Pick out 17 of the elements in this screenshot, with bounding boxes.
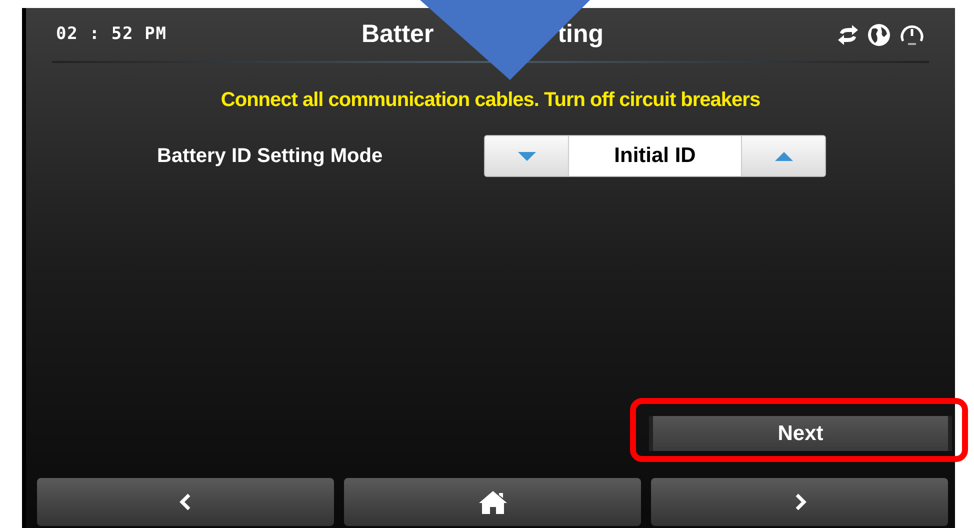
back-chevron-icon — [178, 493, 192, 511]
next-button[interactable]: Next — [649, 416, 952, 451]
clock-time: 02 : 52 PM — [56, 22, 168, 46]
down-triangle-icon — [518, 152, 536, 160]
warning-message: Connect all communication cables. Turn off circuit breakers — [220, 88, 762, 113]
home-button[interactable] — [344, 478, 641, 526]
screen-title: ting — [558, 18, 604, 50]
setting-value: Initial ID — [613, 143, 697, 170]
home-icon — [478, 490, 508, 514]
sync-icon[interactable] — [837, 24, 859, 44]
globe-icon[interactable] — [867, 22, 891, 46]
up-triangle-icon — [774, 152, 792, 160]
setting-label: Battery ID Setting Mode — [157, 144, 384, 169]
gauge-icon[interactable] — [899, 22, 925, 46]
screen-title: Batter — [361, 18, 434, 50]
increment-button[interactable] — [741, 136, 825, 176]
decrement-button[interactable] — [485, 136, 569, 176]
